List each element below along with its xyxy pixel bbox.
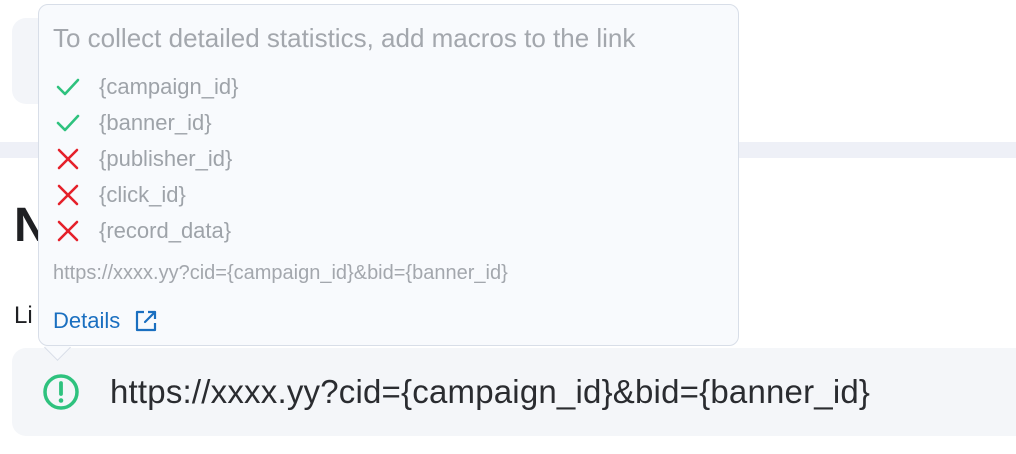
macro-label: {campaign_id} — [99, 74, 239, 99]
example-link: https://xxxx.yy?cid={campaign_id}&bid={b… — [53, 262, 508, 284]
link-input[interactable]: https://xxxx.yy?cid={campaign_id}&bid={b… — [12, 348, 1016, 436]
details-link[interactable]: Details — [53, 308, 158, 334]
macro-item: {record_data} — [55, 213, 238, 249]
macro-item: {banner_id} — [55, 105, 238, 141]
page: N Li https://xxxx.yy?cid={campaign_id}&b… — [0, 0, 1016, 454]
link-input-value[interactable]: https://xxxx.yy?cid={campaign_id}&bid={b… — [110, 373, 870, 411]
check-icon — [55, 74, 81, 100]
cross-icon — [55, 218, 81, 244]
check-icon — [55, 110, 81, 136]
details-label: Details — [53, 308, 121, 333]
warning-circle-icon — [42, 373, 80, 411]
macro-item: {campaign_id} — [55, 69, 238, 105]
macro-label: {click_id} — [99, 182, 186, 207]
macro-label: {publisher_id} — [99, 146, 233, 171]
macro-item: {publisher_id} — [55, 141, 238, 177]
macro-label: {record_data} — [99, 218, 232, 243]
tooltip-title: To collect detailed statistics, add macr… — [53, 23, 636, 53]
macro-list: {campaign_id} {banner_id} {publisher_id}… — [55, 69, 238, 249]
macro-label: {banner_id} — [99, 110, 212, 135]
cross-icon — [55, 182, 81, 208]
link-field-label: Li — [14, 302, 33, 329]
macro-item: {click_id} — [55, 177, 238, 213]
cross-icon — [55, 146, 81, 172]
macros-tooltip: To collect detailed statistics, add macr… — [38, 4, 739, 346]
external-link-icon — [134, 309, 158, 333]
